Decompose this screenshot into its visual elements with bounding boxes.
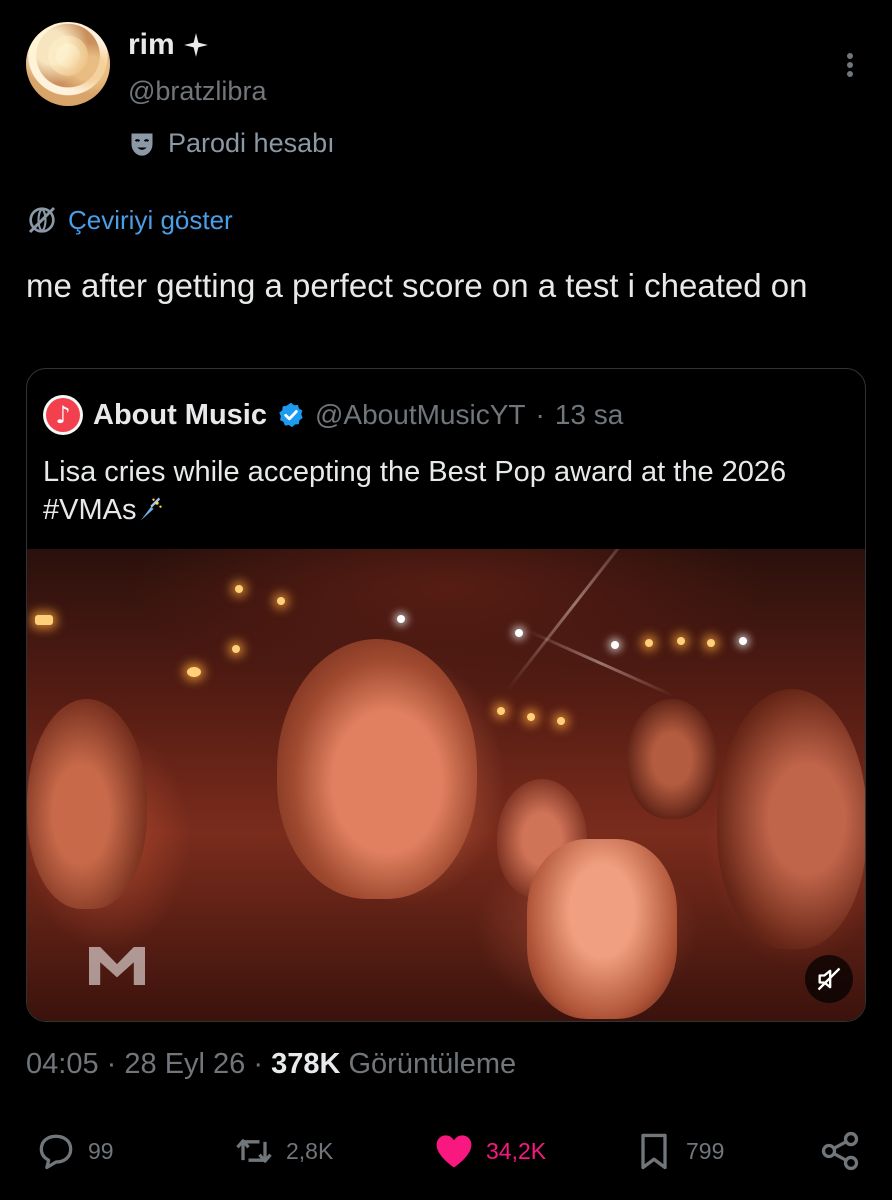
more-options-button[interactable]: [836, 48, 864, 82]
music-note-icon: ♪: [46, 398, 80, 432]
repost-count: 2,8K: [286, 1137, 334, 1164]
quoted-author-name[interactable]: About Music: [93, 399, 267, 432]
stage-light-beam: [505, 549, 644, 692]
more-dot-icon: [847, 53, 853, 59]
bookmark-count: 799: [686, 1137, 725, 1164]
heart-filled-icon: [436, 1135, 472, 1168]
stage-light: [35, 615, 53, 625]
separator-dot: ·: [535, 399, 545, 430]
bookmark-button[interactable]: 799: [632, 1124, 724, 1178]
show-translation-label[interactable]: Çeviriyi göster: [68, 205, 233, 236]
stage-light: [277, 597, 285, 605]
separator-dot: ·: [106, 1048, 117, 1080]
quoted-tweet-time[interactable]: 13 sa: [555, 399, 624, 431]
repost-arrows-icon: [236, 1139, 272, 1163]
more-dot-icon: [847, 62, 853, 68]
stage-light: [611, 641, 619, 649]
quoted-video[interactable]: [27, 549, 865, 1021]
stage-light: [677, 637, 685, 645]
verified-badge-icon: [279, 402, 303, 428]
tweet-time[interactable]: 04:05: [26, 1048, 99, 1080]
stage-light: [527, 713, 535, 721]
author-display-name[interactable]: rim: [128, 28, 175, 62]
quoted-tweet-header: ♪ About Music @AboutMusicYT · 13 sa: [43, 395, 623, 435]
bookmark-icon: [641, 1133, 667, 1170]
separator-dot: ·: [253, 1048, 264, 1080]
views-count: 378K: [271, 1048, 341, 1080]
more-dot-icon: [847, 71, 853, 77]
tweet-date[interactable]: 28 Eyl 26: [124, 1048, 245, 1080]
quoted-tweet-card[interactable]: ♪ About Music @AboutMusicYT · 13 sa Lisa…: [26, 368, 866, 1022]
author-handle[interactable]: @bratzlibra: [128, 76, 266, 107]
like-count: 34,2K: [486, 1137, 547, 1164]
mute-toggle-button[interactable]: [805, 955, 853, 1003]
mtv-watermark-logo: [89, 947, 145, 985]
stage-light: [497, 707, 505, 715]
clapping-hands: [527, 839, 677, 1019]
no-translate-globe-icon: [28, 206, 56, 234]
like-button[interactable]: 34,2K: [432, 1124, 546, 1178]
share-button[interactable]: [818, 1124, 862, 1178]
tweet-text: me after getting a perfect score on a te…: [26, 267, 808, 304]
stage-light: [707, 639, 715, 647]
quoted-tweet-text-block: Lisa cries while accepting the Best Pop …: [43, 453, 843, 529]
reply-bubble-icon: [39, 1134, 73, 1170]
tweet-actions-bar: 99 2,8K 34,2K 799: [0, 1124, 892, 1178]
sparkle-star-icon: [183, 33, 208, 57]
show-translation-link[interactable]: Çeviriyi göster: [26, 204, 233, 236]
stage-light: [515, 629, 523, 637]
sparkle-emoji-icon: [141, 497, 163, 521]
stage-light: [187, 667, 201, 677]
share-nodes-icon: [821, 1131, 859, 1171]
author-avatar[interactable]: [26, 22, 110, 106]
reply-count: 99: [88, 1137, 114, 1164]
parody-label-text: Parodi hesabı: [168, 128, 335, 158]
repost-button[interactable]: 2,8K: [232, 1124, 333, 1178]
crowd-person: [27, 699, 147, 909]
stage-light: [645, 639, 653, 647]
quoted-author-avatar[interactable]: ♪: [43, 395, 83, 435]
theater-mask-icon: [131, 133, 153, 156]
crowd-person: [627, 699, 717, 819]
stage-light: [557, 717, 565, 725]
stage-light: [739, 637, 747, 645]
quoted-author-handle[interactable]: @AboutMusicYT: [315, 399, 526, 431]
stage-light: [397, 615, 405, 623]
tweet-detail: rim @bratzlibra Parodi hesabı Çeviriyi g…: [0, 0, 892, 1200]
stage-light: [232, 645, 240, 653]
views-label: Görüntüleme: [348, 1048, 517, 1080]
crowd-person: [717, 689, 865, 949]
stage-light: [235, 585, 243, 593]
crowd-person: [277, 639, 477, 899]
tweet-meta: 04:05 · 28 Eyl 26 · 378K Görüntüleme: [26, 1048, 516, 1081]
speaker-muted-icon: [817, 967, 841, 991]
parody-label: Parodi hesabı: [128, 128, 335, 159]
reply-button[interactable]: 99: [34, 1124, 114, 1178]
author-name-row: rim: [128, 28, 209, 62]
